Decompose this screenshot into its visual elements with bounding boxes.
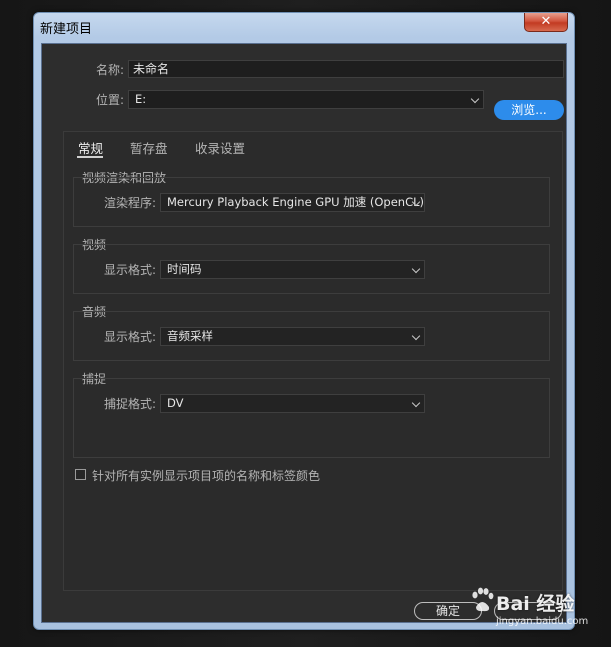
paw-logo-icon	[472, 587, 494, 612]
show-label-colors-checkbox[interactable]	[75, 469, 86, 480]
chevron-down-icon	[411, 398, 421, 408]
video-format-value: 时间码	[167, 262, 202, 276]
renderer-label: 渲染程序:	[103, 196, 156, 210]
close-button[interactable]: ✕	[524, 13, 568, 32]
name-input[interactable]: 未命名	[128, 60, 564, 78]
dialog-title: 新建项目	[40, 22, 93, 37]
video-format-label: 显示格式:	[103, 263, 156, 277]
chevron-down-icon	[411, 264, 421, 274]
capture-format-value: DV	[167, 396, 184, 410]
settings-panel: 常规 暂存盘 收录设置 视频渲染和回放 渲染程序: Mercury Playba…	[63, 131, 563, 591]
tab-general[interactable]: 常规	[78, 138, 103, 157]
active-tab-indicator	[77, 156, 103, 158]
browse-button[interactable]: 浏览...	[494, 100, 564, 120]
new-project-dialog: 新建项目 ✕ 名称: 未命名 位置: E: 浏览... 常规 暂存盘 收录设置 …	[33, 12, 575, 630]
chevron-down-icon	[470, 94, 480, 104]
tab-ingest-settings[interactable]: 收录设置	[195, 138, 245, 157]
show-label-colors-label: 针对所有实例显示项目项的名称和标签颜色	[92, 469, 321, 483]
capture-format-label: 捕捉格式:	[103, 397, 156, 411]
group-capture: 捕捉格式: DV	[73, 378, 550, 458]
watermark-text: Bai 经验	[496, 593, 575, 615]
title-bar[interactable]: 新建项目 ✕	[34, 13, 574, 43]
watermark-url: jingyan.baidu.com	[496, 616, 589, 627]
location-value: E:	[135, 92, 147, 106]
capture-format-select[interactable]: DV	[160, 394, 425, 413]
group-video: 显示格式: 时间码	[73, 244, 550, 294]
group-audio: 显示格式: 音频采样	[73, 311, 550, 361]
audio-format-label: 显示格式:	[103, 330, 156, 344]
dialog-body: 名称: 未命名 位置: E: 浏览... 常规 暂存盘 收录设置 视频渲染和回放…	[41, 43, 567, 623]
baidu-watermark: Bai 经验 jingyan.baidu.com	[470, 585, 608, 635]
tab-scratch-disks[interactable]: 暂存盘	[130, 138, 168, 157]
renderer-select[interactable]: Mercury Playback Engine GPU 加速 (OpenCL)	[160, 193, 425, 212]
close-icon: ✕	[540, 14, 552, 29]
chevron-down-icon	[411, 331, 421, 341]
renderer-value: Mercury Playback Engine GPU 加速 (OpenCL)	[167, 195, 425, 209]
audio-format-value: 音频采样	[167, 329, 213, 343]
location-label: 位置:	[95, 93, 124, 107]
audio-format-select[interactable]: 音频采样	[160, 327, 425, 346]
group-render: 渲染程序: Mercury Playback Engine GPU 加速 (Op…	[73, 177, 550, 227]
name-label: 名称:	[95, 63, 124, 77]
video-format-select[interactable]: 时间码	[160, 260, 425, 279]
location-select[interactable]: E:	[128, 90, 484, 109]
